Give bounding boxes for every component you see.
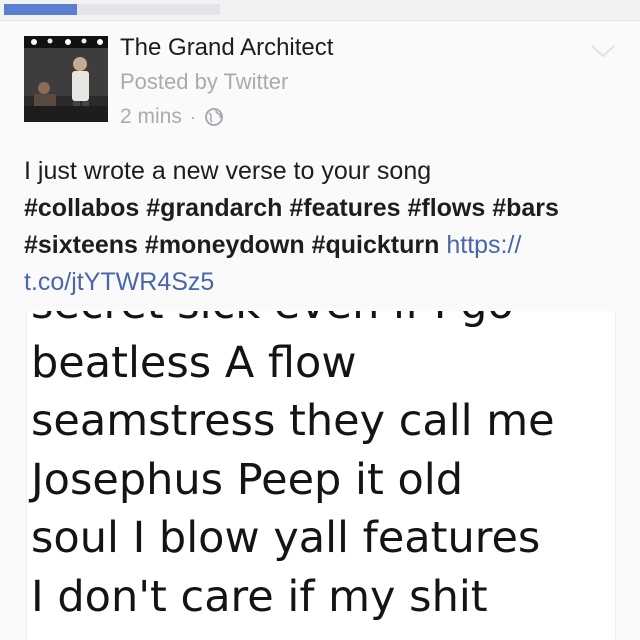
meta-separator: · xyxy=(189,106,196,127)
post-text-line: I just wrote a new verse to your song xyxy=(24,157,432,185)
avatar[interactable] xyxy=(24,36,108,122)
post-link-continued[interactable]: t.co/jtYTWR4Sz5 xyxy=(24,264,624,301)
progress-fill xyxy=(4,4,78,15)
avatar-photo xyxy=(24,36,108,122)
lyrics-line: beatless A flow xyxy=(31,337,357,388)
lyrics-line: seamstress they call me xyxy=(31,396,555,446)
attached-image[interactable]: secret sick even if I go beatless A flow… xyxy=(26,311,616,640)
chevron-down-icon[interactable] xyxy=(588,41,618,61)
author-name[interactable]: The Grand Architect xyxy=(120,34,333,62)
top-strip xyxy=(0,0,640,20)
progress-bar xyxy=(4,4,220,15)
post-time[interactable]: 2 mins xyxy=(120,105,182,129)
lyrics-line: soul I blow yall features xyxy=(31,513,541,563)
lyrics-text: secret sick even if I go beatless A flow… xyxy=(31,311,555,626)
lyrics-line: secret sick even if I go xyxy=(31,311,555,334)
post-text: I just wrote a new verse to your song #c… xyxy=(24,153,624,301)
lyrics-line: Josephus Peep it old xyxy=(31,454,464,505)
lyrics-line: I don't care if my shit xyxy=(31,571,488,622)
hashtag-line[interactable]: #sixteens #moneydown #quickturn xyxy=(24,231,439,259)
post-meta: 2 mins · xyxy=(120,105,224,129)
post-link[interactable]: https:// xyxy=(446,231,521,259)
globe-icon xyxy=(204,108,223,126)
post-card: The Grand Architect Posted by Twitter 2 … xyxy=(0,21,640,640)
hashtag-line[interactable]: #collabos #grandarch #features #flows #b… xyxy=(24,190,624,227)
post-source: Posted by Twitter xyxy=(120,69,289,94)
